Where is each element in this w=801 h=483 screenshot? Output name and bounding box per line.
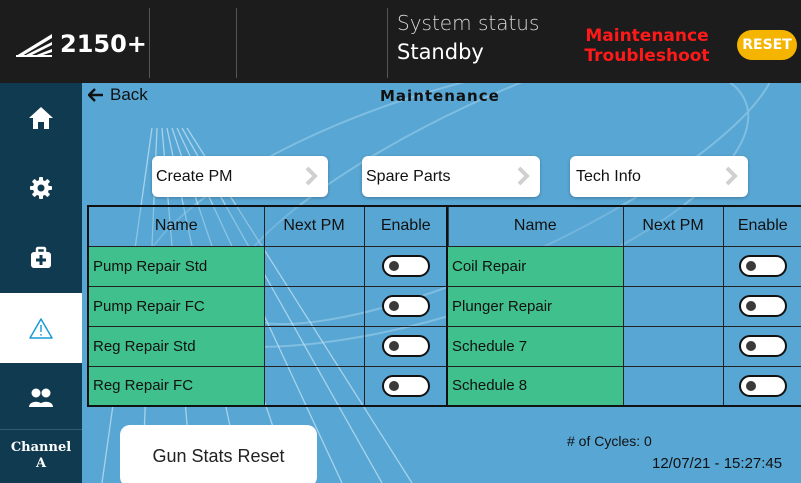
channel-selector[interactable]: Channel A [0,429,82,483]
maintenance-table-right: Name Next PM Enable Coil Repair Plunger … [446,205,801,407]
create-pm-label: Create PM [156,167,233,185]
row-enable [722,245,801,287]
spray-logo-icon [16,34,52,57]
column-header-next-pm: Next PM [263,205,365,247]
enable-toggle[interactable] [381,255,430,277]
chevron-right-icon [517,166,530,186]
home-icon [29,107,53,129]
tech-info-button[interactable]: Tech Info [570,156,748,197]
row-name[interactable]: Pump Repair FC [87,285,265,327]
reset-button[interactable]: RESET [737,30,797,60]
table-header-row: Name Next PM Enable [87,205,449,247]
main-panel: Back Maintenance Create PM Spare Parts T… [82,83,801,483]
back-label: Back [110,85,148,104]
row-next-pm [263,325,365,367]
top-bar: 2150+ System status Standby Maintenance … [0,0,801,83]
enable-toggle[interactable] [738,295,787,317]
timestamp: 12/07/21 - 15:27:45 [652,455,783,472]
divider [236,8,237,78]
table-row[interactable]: Coil Repair [446,245,801,287]
gear-icon [30,177,52,199]
create-pm-button[interactable]: Create PM [152,156,328,197]
spare-parts-label: Spare Parts [366,167,451,185]
row-next-pm [622,245,724,287]
row-name[interactable]: Reg Repair Std [87,325,265,367]
status-alert: Maintenance Troubleshoot [577,26,717,66]
sidebar-item-home[interactable] [0,83,82,153]
sidebar-item-users[interactable] [0,363,82,433]
alert-maintenance: Maintenance [585,26,709,46]
enable-toggle[interactable] [381,295,430,317]
channel-label: Channel [10,440,72,455]
column-header-next-pm: Next PM [622,205,724,247]
enable-toggle[interactable] [738,335,787,357]
table-header-row: Name Next PM Enable [446,205,801,247]
gun-stats-reset-button[interactable]: Gun Stats Reset [120,425,317,483]
row-name[interactable]: Pump Repair Std [87,245,265,287]
alert-troubleshoot: Troubleshoot [584,46,710,66]
chevron-right-icon [305,166,318,186]
sidebar-item-maintenance[interactable] [0,223,82,293]
column-header-name: Name [87,205,265,247]
table-row[interactable]: Reg Repair FC [87,365,449,407]
table-row[interactable]: Schedule 7 [446,325,801,367]
row-name[interactable]: Coil Repair [446,245,624,287]
channel-value: A [35,456,47,471]
table-row[interactable]: Plunger Repair [446,285,801,327]
table-row[interactable]: Pump Repair FC [87,285,449,327]
row-name[interactable]: Reg Repair FC [87,365,265,407]
divider [387,8,388,78]
row-name[interactable]: Schedule 7 [446,325,624,367]
row-next-pm [622,325,724,367]
sidebar: Channel A [0,83,82,483]
maintenance-table-left: Name Next PM Enable Pump Repair Std Pump… [87,205,449,407]
row-next-pm [263,245,365,287]
spare-parts-button[interactable]: Spare Parts [362,156,540,197]
row-enable [363,245,449,287]
system-status-value: Standby [397,40,484,64]
table-row[interactable]: Reg Repair Std [87,325,449,367]
row-enable [722,365,801,407]
system-status-label: System status [397,11,540,35]
toolbox-icon [31,246,51,268]
users-icon [29,388,53,407]
row-enable [722,325,801,367]
row-enable [363,285,449,327]
enable-toggle[interactable] [381,374,430,397]
row-next-pm [263,285,365,327]
column-header-name: Name [446,205,624,247]
sidebar-item-alarms[interactable] [0,293,82,363]
row-enable [363,325,449,367]
enable-toggle[interactable] [381,335,430,357]
logo: 2150+ [0,8,150,78]
model-label: 2150+ [60,30,147,58]
row-name[interactable]: Plunger Repair [446,285,624,327]
enable-toggle[interactable] [738,255,787,277]
arrow-left-icon [88,88,103,102]
row-enable [363,365,449,407]
table-row[interactable]: Schedule 8 [446,365,801,407]
cycle-count: # of Cycles: 0 [567,433,652,449]
row-next-pm [622,285,724,327]
enable-toggle[interactable] [738,374,787,397]
row-enable [722,285,801,327]
sidebar-item-settings[interactable] [0,153,82,223]
row-next-pm [622,365,724,407]
chevron-right-icon [725,166,738,186]
row-next-pm [263,365,365,407]
column-header-enable: Enable [722,205,801,247]
row-name[interactable]: Schedule 8 [446,365,624,407]
warning-icon [29,318,53,339]
table-row[interactable]: Pump Repair Std [87,245,449,287]
tech-info-label: Tech Info [576,167,641,185]
column-header-enable: Enable [363,205,449,247]
back-button[interactable]: Back [88,85,148,105]
page-title: Maintenance [380,87,500,105]
